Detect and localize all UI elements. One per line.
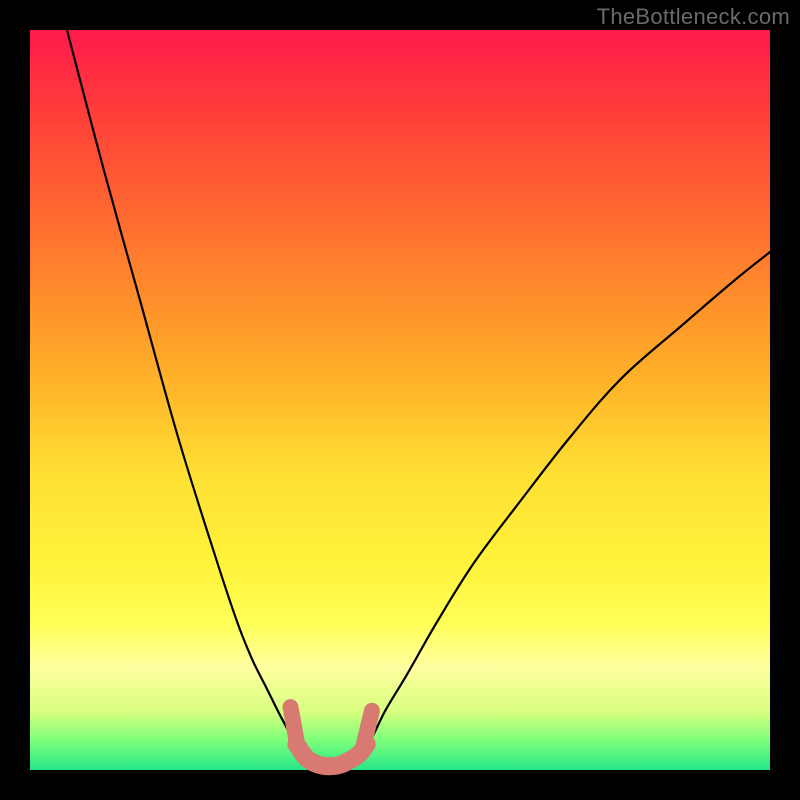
chart-lines	[30, 30, 770, 770]
floor-marker-left-stub	[290, 707, 297, 748]
chart-frame: TheBottleneck.com	[0, 0, 800, 800]
curve-right-branch	[356, 252, 770, 759]
watermark-text: TheBottleneck.com	[597, 4, 790, 30]
curve-left-branch	[67, 30, 308, 759]
plot-area	[30, 30, 770, 770]
floor-marker-right-stub	[363, 711, 372, 748]
